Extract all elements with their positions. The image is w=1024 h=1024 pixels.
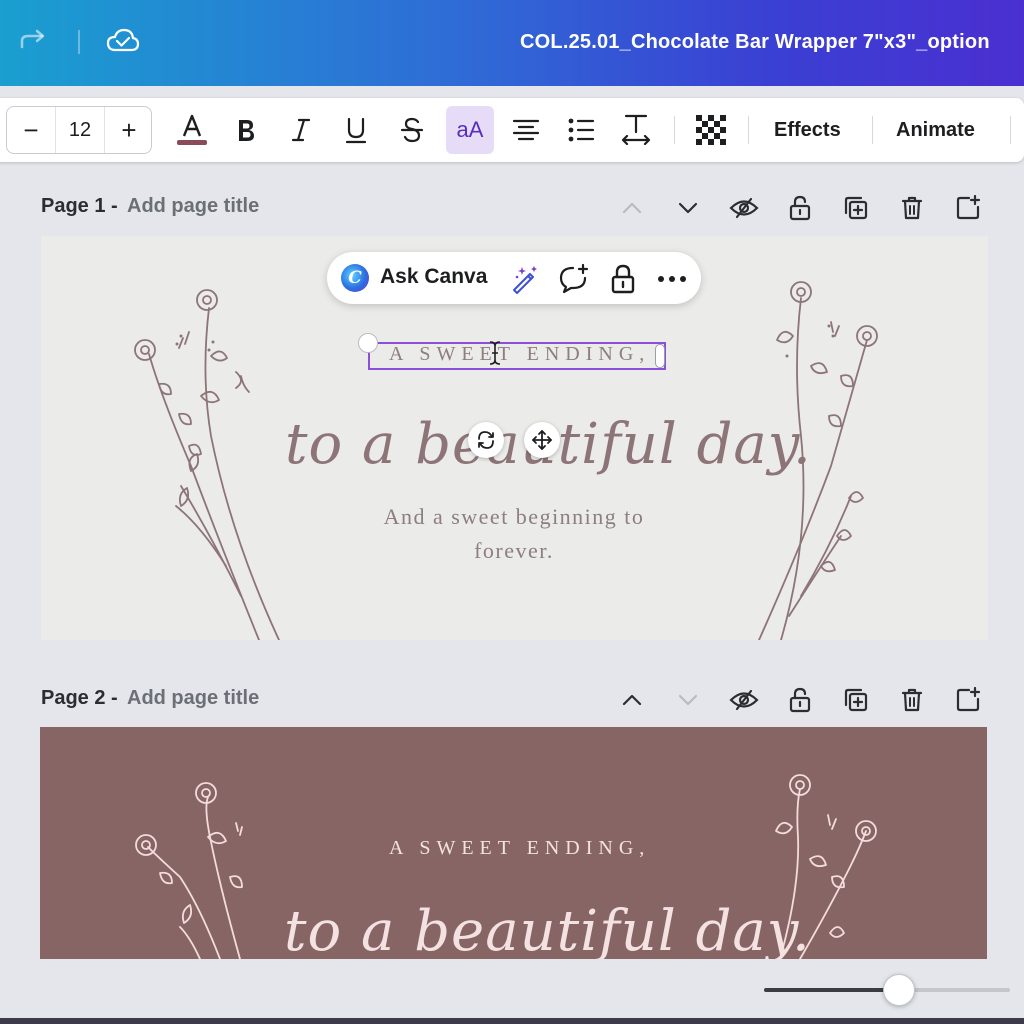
- toolbar-separator: [748, 116, 749, 144]
- move-page-up-icon[interactable]: [617, 685, 647, 715]
- rotate-button[interactable]: [468, 422, 504, 458]
- text-toolbar: − 12 + aA Effects Animate: [0, 98, 1024, 162]
- zoom-slider-fill: [764, 988, 900, 992]
- move-page-down-icon[interactable]: [673, 685, 703, 715]
- page-2-header: Page 2 - Add page title: [41, 685, 1001, 715]
- cloud-saved-icon[interactable]: [106, 24, 140, 58]
- ask-canva-button[interactable]: Ask Canva: [380, 265, 487, 289]
- page-1-title-input[interactable]: Add page title: [127, 195, 259, 218]
- text-selection-box[interactable]: [368, 342, 666, 370]
- duplicate-page-icon[interactable]: [841, 193, 871, 223]
- underline-button[interactable]: [332, 106, 380, 154]
- toolbar-separator: [1010, 116, 1011, 144]
- page-2-canvas[interactable]: A SWEET ENDING, to a beautiful day.: [40, 727, 987, 959]
- bottom-edge: [0, 1018, 1024, 1024]
- add-page-icon[interactable]: [953, 193, 983, 223]
- text-cursor-icon: [489, 341, 501, 365]
- page-1-subtext-line-1: And a sweet beginning to: [383, 504, 645, 529]
- toolbar-separator: [674, 116, 675, 144]
- more-options-icon[interactable]: [655, 262, 689, 296]
- add-page-icon[interactable]: [953, 685, 983, 715]
- move-page-down-icon[interactable]: [673, 193, 703, 223]
- ask-canva-toolbar: C Ask Canva: [327, 252, 701, 304]
- page-1-subtext[interactable]: And a sweet beginning to forever.: [341, 500, 687, 568]
- add-comment-icon[interactable]: [556, 262, 590, 296]
- header-separator: [78, 30, 80, 54]
- hide-page-icon[interactable]: [729, 193, 759, 223]
- top-header: COL.25.01_Chocolate Bar Wrapper 7"x3"_op…: [0, 0, 1024, 86]
- page-1-header: Page 1 - Add page title: [41, 193, 1001, 223]
- toolbar-separator: [872, 116, 873, 144]
- move-button[interactable]: [524, 422, 560, 458]
- text-color-button[interactable]: [168, 106, 216, 154]
- bold-button[interactable]: [222, 106, 270, 154]
- selection-rotate-handle[interactable]: [358, 333, 378, 353]
- redo-icon[interactable]: [16, 24, 50, 58]
- page-2-script-text[interactable]: to a beautiful day.: [284, 899, 811, 959]
- lock-page-icon[interactable]: [785, 193, 815, 223]
- page-2-title-input[interactable]: Add page title: [127, 687, 259, 710]
- font-size-decrease-button[interactable]: −: [9, 107, 53, 153]
- font-size-stepper: − 12 +: [6, 106, 152, 154]
- page-2-heading[interactable]: A SWEET ENDING,: [389, 837, 650, 860]
- strikethrough-button[interactable]: [388, 106, 436, 154]
- delete-page-icon[interactable]: [897, 685, 927, 715]
- lock-element-icon[interactable]: [606, 262, 640, 296]
- font-size-input[interactable]: 12: [55, 107, 105, 153]
- document-title[interactable]: COL.25.01_Chocolate Bar Wrapper 7"x3"_op…: [520, 31, 990, 54]
- effects-button[interactable]: Effects: [774, 106, 841, 154]
- move-page-up-icon[interactable]: [617, 193, 647, 223]
- transparency-button[interactable]: [687, 106, 735, 154]
- lock-page-icon[interactable]: [785, 685, 815, 715]
- page-2-label: Page 2 -: [41, 687, 118, 709]
- spacing-button[interactable]: [612, 106, 660, 154]
- bullet-list-button[interactable]: [557, 106, 605, 154]
- page-1-subtext-line-2: forever.: [474, 538, 554, 563]
- page-1-label: Page 1 -: [41, 195, 118, 217]
- font-size-increase-button[interactable]: +: [107, 107, 151, 153]
- align-center-button[interactable]: [502, 106, 550, 154]
- delete-page-icon[interactable]: [897, 193, 927, 223]
- italic-button[interactable]: [277, 106, 325, 154]
- canva-ai-logo-icon[interactable]: C: [341, 264, 369, 292]
- animate-button[interactable]: Animate: [896, 106, 975, 154]
- hide-page-icon[interactable]: [729, 685, 759, 715]
- letter-case-button[interactable]: aA: [446, 106, 494, 154]
- letter-case-label: aA: [456, 117, 484, 142]
- magic-write-icon[interactable]: [507, 262, 541, 296]
- zoom-slider-thumb[interactable]: [883, 974, 916, 1006]
- duplicate-page-icon[interactable]: [841, 685, 871, 715]
- selection-resize-handle[interactable]: [655, 344, 665, 368]
